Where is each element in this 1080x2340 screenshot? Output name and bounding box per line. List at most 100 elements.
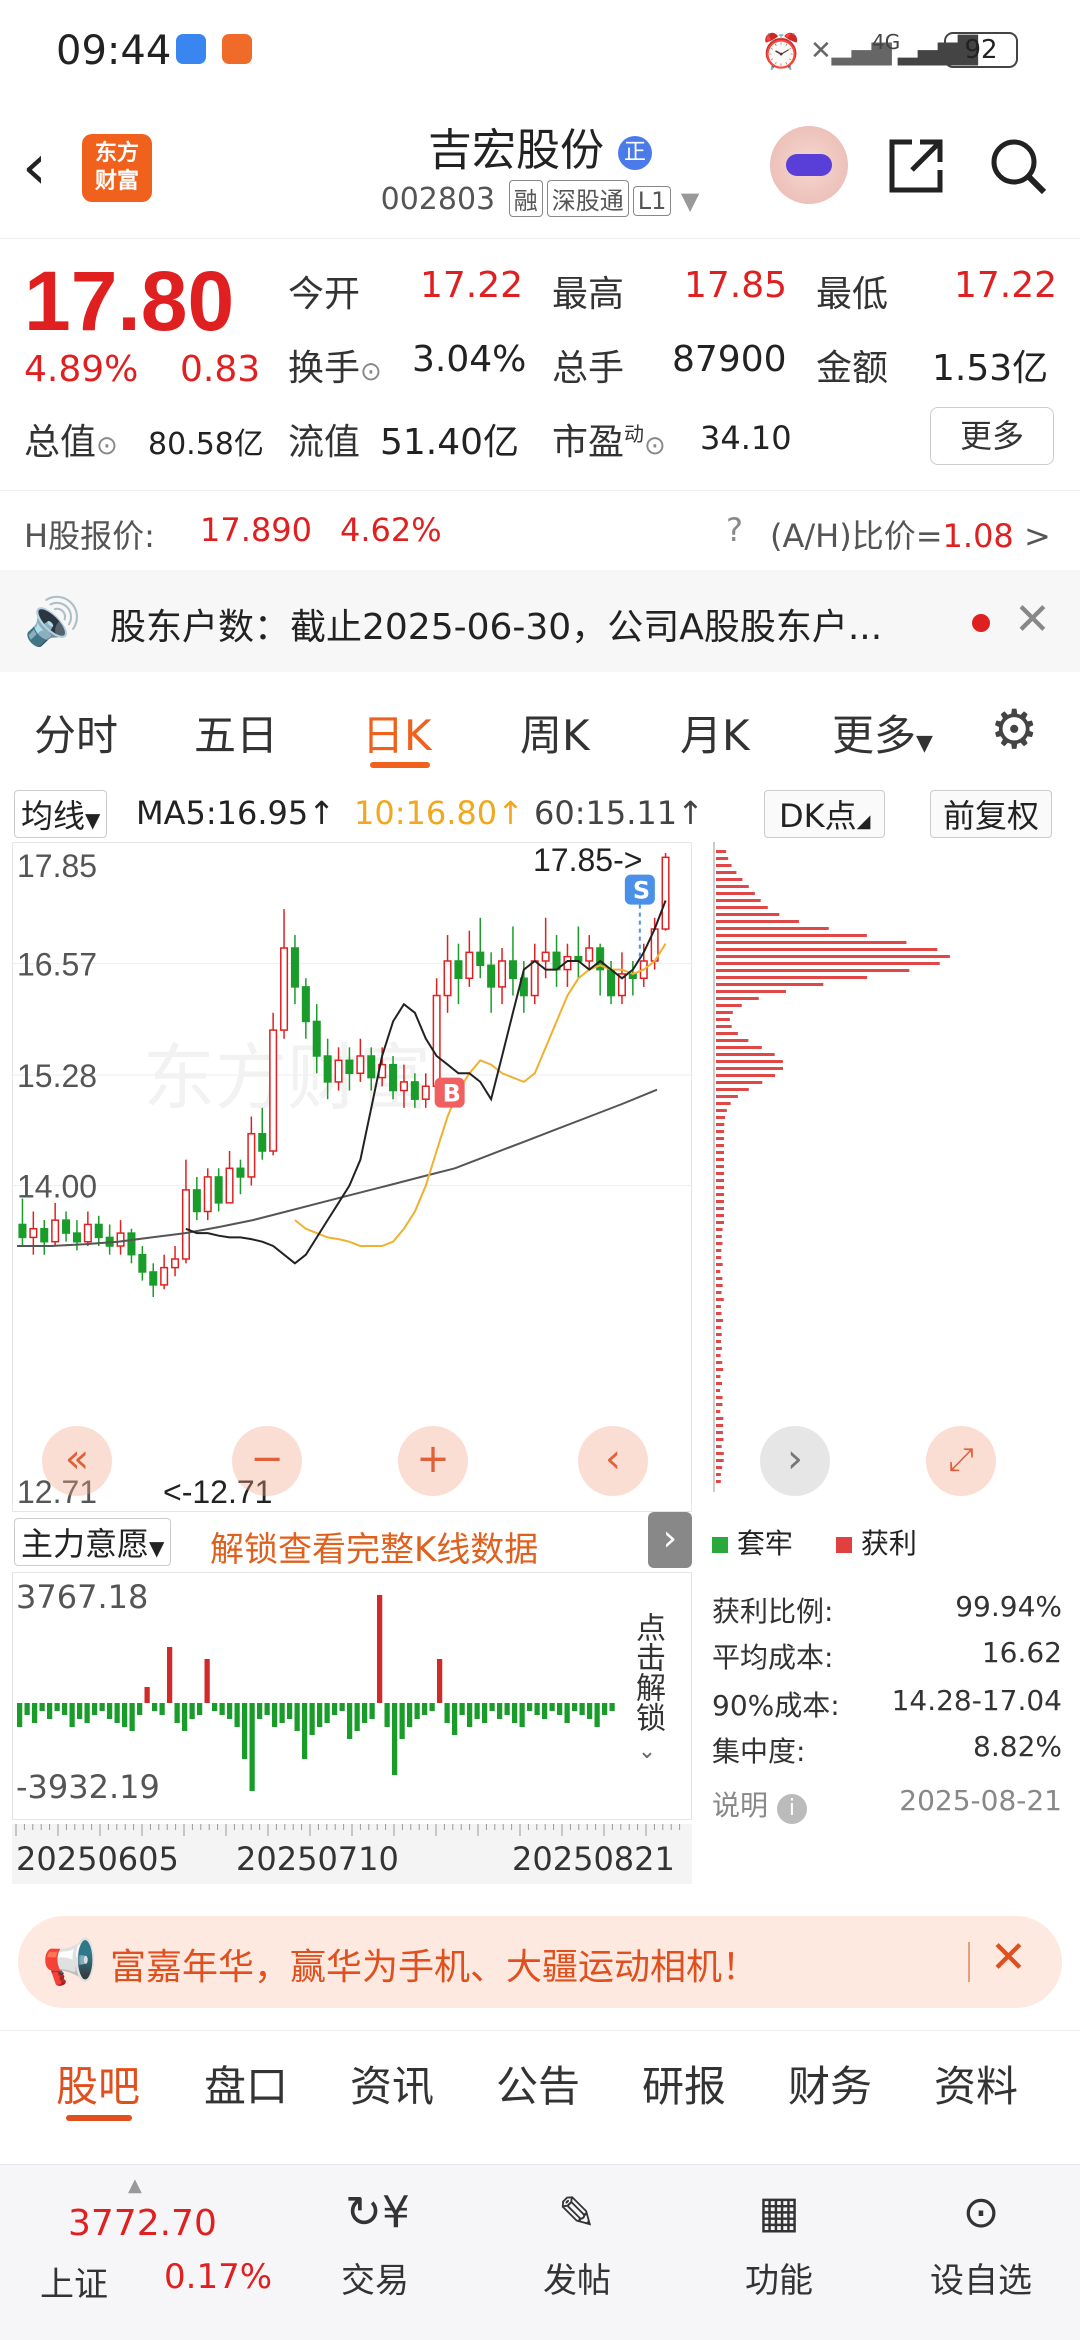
dist-bar [716, 864, 732, 867]
dist-bar [716, 1018, 730, 1021]
k-line-svg[interactable]: 17.8516.5715.2814.0012.71东方财富17.85-><-12… [12, 842, 692, 1512]
indicator-bar [602, 1703, 607, 1715]
tab-news[interactable]: 资讯 [350, 2053, 434, 2114]
tab-monthly-k[interactable]: 月K [680, 702, 750, 763]
ma-selector[interactable]: 均线▼ [14, 790, 107, 838]
candle-body [335, 1060, 342, 1082]
dist-bar [716, 1081, 762, 1084]
adjust-button[interactable]: 前复权 [930, 790, 1052, 838]
index-quote[interactable]: ▲ 3772.70 上证 0.17% [24, 2175, 284, 2315]
candle-body [368, 1056, 375, 1078]
mktcap-label: 总值⊙ [24, 413, 118, 465]
ma10-value: 10:16.80↑ [354, 794, 524, 832]
indicator-bar [400, 1703, 405, 1739]
h-share-row[interactable]: H股报价: 17.890 4.62% ? (A/H)比价=1.08 > [0, 490, 1080, 570]
expand-icon[interactable]: ⤢ [926, 1426, 996, 1496]
zoom-out-icon[interactable]: − [232, 1426, 302, 1496]
nav-trade[interactable]: ↻¥ 交易 [310, 2183, 440, 2302]
indicator-bar [250, 1703, 255, 1791]
ma-row: 均线▼ MA5:16.95↑ 10:16.80↑ 60:15.11↑ DK点◢ … [0, 784, 1080, 838]
indicator-bar [137, 1703, 142, 1715]
active-tab-indicator [370, 762, 430, 768]
indicator-bar [325, 1703, 330, 1723]
close-icon[interactable]: ✕ [1014, 594, 1051, 645]
scroll-right-icon[interactable]: › [760, 1426, 830, 1496]
dist-bar [716, 1270, 720, 1273]
note-row[interactable]: 说明 i 2025-08-21 [712, 1784, 1062, 1824]
high-value: 17.85 [684, 265, 787, 306]
dist-bar [716, 1361, 722, 1364]
tap-to-unlock[interactable]: 点击解锁 ⌄ [620, 1612, 674, 1772]
nav-add-watchlist[interactable]: ⊙ 设自选 [916, 2183, 1046, 2302]
float-label: 流值 [288, 413, 360, 465]
indicator-bar [77, 1703, 82, 1719]
indicator-bar [385, 1703, 390, 1727]
candle-body [303, 987, 310, 1022]
tab-forum[interactable]: 股吧 [56, 2053, 140, 2114]
tab-financials[interactable]: 财务 [788, 2053, 872, 2114]
tab-five-day[interactable]: 五日 [194, 702, 278, 763]
chevron-right-icon[interactable]: › [648, 1512, 692, 1568]
indicator-bar [62, 1703, 67, 1715]
quote-panel: 17.80 4.89% 0.83 今开 17.22 最高 17.85 最低 17… [0, 238, 1080, 478]
official-badge: 正 [618, 136, 652, 170]
dist-bar [716, 1207, 724, 1210]
more-button[interactable]: 更多 [930, 407, 1054, 465]
candle-body [139, 1255, 146, 1272]
nav-functions[interactable]: ▦ 功能 [714, 2183, 844, 2302]
candle-body [346, 1060, 353, 1073]
scroll-left-icon[interactable]: ‹ [578, 1426, 648, 1496]
candle-body [455, 961, 462, 978]
k-line-chart[interactable]: 17.85 16.57 15.28 14.00 12.71 东方财富 17.85-> <-12… [12, 842, 692, 1512]
indicator-chart[interactable]: 3767.18 -3932.19 点击解锁 ⌄ [12, 1572, 692, 1820]
indicator-bar [370, 1703, 375, 1719]
dist-bar [716, 878, 742, 881]
dist-bar [716, 1452, 724, 1455]
candle-body [270, 1030, 277, 1151]
dist-bar [716, 1032, 738, 1035]
index-price: 3772.70 [68, 2203, 217, 2244]
dist-bar [716, 1088, 749, 1091]
volume-value: 87900 [672, 339, 787, 380]
dist-bar [716, 1382, 722, 1385]
close-icon[interactable]: ✕ [990, 1932, 1027, 1983]
tab-research[interactable]: 研报 [642, 2053, 726, 2114]
scroll-left-fast-icon[interactable]: « [42, 1426, 112, 1496]
notice-bar[interactable]: 🔊 股东户数：截止2025-06-30，公司A股股东户... ✕ [0, 570, 1080, 672]
stock-header: ‹ 东方 财富 吉宏股份 正 002803 融深股通 L1 ▼ [0, 100, 1080, 238]
chip-distribution[interactable]: › ⤢ [710, 842, 1060, 1512]
robot-assistant-icon[interactable] [770, 126, 848, 204]
dist-bar [716, 1410, 720, 1413]
tab-weekly-k[interactable]: 周K [520, 702, 590, 763]
indicator-bar [160, 1703, 165, 1715]
tab-profile[interactable]: 资料 [934, 2053, 1018, 2114]
dist-bar [716, 1459, 724, 1462]
dist-bar [716, 850, 726, 853]
tab-order-book[interactable]: 盘口 [204, 2053, 288, 2114]
tab-announcements[interactable]: 公告 [496, 2053, 580, 2114]
dist-bar [716, 1312, 722, 1315]
share-icon[interactable] [884, 134, 948, 198]
dist-bar [716, 1431, 723, 1434]
dist-bar [716, 1011, 733, 1014]
nav-post[interactable]: ✎ 发帖 [512, 2183, 642, 2302]
indicator-selector[interactable]: 主力意愿▼ [14, 1518, 171, 1566]
open-value: 17.22 [420, 265, 523, 306]
tab-more[interactable]: 更多▼ [832, 702, 933, 763]
dist-bar [716, 885, 749, 888]
low-label: 最低 [816, 265, 888, 317]
zoom-in-icon[interactable]: + [398, 1426, 468, 1496]
unlock-kline-link[interactable]: 解锁查看完整K线数据 [210, 1522, 538, 1571]
buy-marker-text: B [443, 1080, 461, 1108]
search-icon[interactable] [986, 134, 1050, 198]
settings-gear-icon[interactable]: ⚙ [990, 698, 1038, 761]
mktcap-value: 80.58亿 [148, 419, 264, 463]
tab-intraday[interactable]: 分时 [34, 702, 118, 763]
indicator-bar [377, 1595, 382, 1703]
indicator-bar [115, 1703, 120, 1723]
tab-daily-k[interactable]: 日K [362, 702, 432, 763]
dk-point-button[interactable]: DK点◢ [764, 790, 885, 838]
promo-banner[interactable]: 📢 富嘉年华，赢华为手机、大疆运动相机！ ✕ [18, 1916, 1062, 2008]
dist-bar [716, 1291, 722, 1294]
help-icon[interactable]: ? [726, 511, 743, 549]
